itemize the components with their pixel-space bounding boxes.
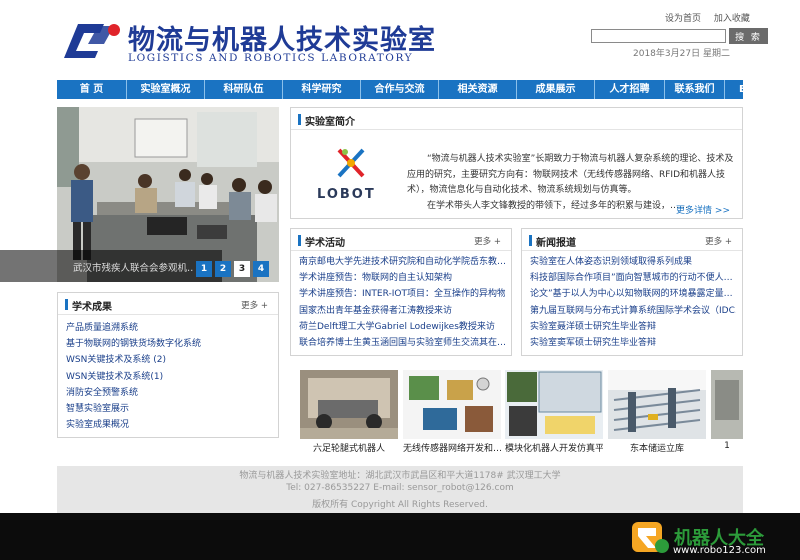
lab-logo-icon[interactable] — [60, 20, 122, 60]
intro-panel: 实验室简介 LOBOT “物流与机器人技术实验室”长期致力于物流与机器人复杂系统… — [290, 107, 743, 219]
gallery-caption[interactable]: 模块化机器人开发仿真平 — [505, 441, 603, 454]
list-item[interactable]: 消防安全预警系统 — [66, 385, 272, 401]
nav-item-team[interactable]: 科研队伍 — [205, 80, 283, 99]
list-item[interactable]: WSN关键技术及系统 (2) — [66, 352, 272, 368]
intro-title: 实验室简介 — [305, 117, 355, 128]
gallery-image — [505, 370, 603, 439]
panel-header: 学术成果 更多 + — [58, 293, 278, 315]
list-item[interactable]: 产品质量追溯系统 — [66, 320, 272, 336]
slider-page-3[interactable]: 3 — [234, 261, 250, 277]
nav-item-english[interactable]: English Ver — [725, 80, 743, 99]
footer-contact: Tel: 027-86535227 E-mail: sensor_robot@1… — [286, 483, 514, 493]
search-input[interactable] — [591, 29, 726, 43]
slider-page-1[interactable]: 1 — [196, 261, 212, 277]
list-item[interactable]: 国家杰出青年基金获得者江涛教授来访 — [299, 303, 505, 319]
gallery-image — [403, 370, 501, 439]
gallery-image — [300, 370, 398, 439]
list-item[interactable]: WSN关键技术及系统(1) — [66, 369, 272, 385]
lobot-logo-icon — [337, 148, 365, 178]
list-item[interactable]: 学术讲座预告：物联网的自主认知架构 — [299, 270, 505, 286]
nav-item-cooperation[interactable]: 合作与交流 — [361, 80, 439, 99]
nav-item-recruitment[interactable]: 人才招聘 — [595, 80, 665, 99]
list-item[interactable]: 基于物联网的钢铁货场数字化系统 — [66, 336, 272, 352]
robot-watermark-logo-icon — [632, 522, 669, 553]
list-item[interactable]: 南京邮电大学先进技术研究院和自动化学院岳东教… — [299, 254, 505, 270]
panel-header: 新闻报道 更多 + — [522, 229, 742, 251]
gallery-caption[interactable]: 六足轮腿式机器人 — [300, 441, 398, 454]
slider-caption[interactable]: 武汉市残疾人联合会参观机… — [73, 260, 193, 274]
panel-header: 实验室简介 — [291, 108, 742, 130]
current-date: 2018年3月27日 星期二 — [633, 49, 730, 59]
main-nav: 首 页 实验室概况 科研队伍 科学研究 合作与交流 相关资源 成果展示 人才招聘… — [57, 80, 743, 99]
add-favorite-link[interactable]: 加入收藏 — [714, 14, 750, 24]
nav-item-overview[interactable]: 实验室概况 — [127, 80, 205, 99]
gallery-item[interactable]: 六足轮腿式机器人 — [300, 370, 398, 454]
academic-panel: 学术活动 更多 + 南京邮电大学先进技术研究院和自动化学院岳东教… 学术讲座预告… — [290, 228, 512, 356]
news-more-link[interactable]: 更多 + — [705, 235, 732, 247]
academic-more-link[interactable]: 更多 + — [474, 235, 501, 247]
panel-header: 学术活动 更多 + — [291, 229, 511, 251]
achievements-list: 产品质量追溯系统 基于物联网的钢铁货场数字化系统 WSN关键技术及系统 (2) … — [66, 320, 272, 433]
page: 物流与机器人技术实验室 LOGISTICS AND ROBOTICS LABOR… — [0, 0, 800, 560]
list-item[interactable]: 第九届互联网与分布式计算系统国际学术会议（IDC… — [530, 303, 736, 319]
footer-address: 物流与机器人技术实验室地址：湖北武汉市武昌区和平大道1178# 武汉理工大学 — [239, 471, 561, 481]
list-item[interactable]: 实验室窦军硕士研究生毕业答辩 — [530, 335, 736, 351]
footer-copyright: 版权所有 Copyright All Rights Reserved. — [312, 500, 488, 510]
top-links: 设为首页 加入收藏 — [665, 11, 760, 24]
header: 物流与机器人技术实验室 LOGISTICS AND ROBOTICS LABOR… — [0, 0, 800, 80]
academic-title: 学术活动 — [305, 238, 345, 249]
news-panel: 新闻报道 更多 + 实验室在人体姿态识别领域取得系列成果 科技部国际合作项目”面… — [521, 228, 743, 356]
gallery-caption[interactable]: 1 — [711, 441, 743, 451]
nav-item-contact[interactable]: 联系我们 — [665, 80, 725, 99]
slider-page-4[interactable]: 4 — [253, 261, 269, 277]
list-item[interactable]: 学术讲座预告：INTER-IOT项目：全互操作的异构物… — [299, 286, 505, 302]
section-marker — [65, 299, 68, 310]
gallery-image — [711, 370, 743, 439]
intro-paragraph: “物流与机器人技术实验室”长期致力于物流与机器人复杂系统的理论、技术及应用的研究… — [407, 154, 734, 195]
gallery-item[interactable]: 无线传感器网络开发和… — [403, 370, 501, 454]
slider-page-2[interactable]: 2 — [215, 261, 231, 277]
footer: 物流与机器人技术实验室地址：湖北武汉市武昌区和平大道1178# 武汉理工大学 T… — [57, 466, 743, 513]
site-subtitle: LOGISTICS AND ROBOTICS LABORATORY — [128, 52, 414, 64]
list-item[interactable]: 智慧实验室展示 — [66, 401, 272, 417]
nav-item-results[interactable]: 成果展示 — [517, 80, 595, 99]
achievements-more-link[interactable]: 更多 + — [241, 299, 268, 311]
nav-item-resources[interactable]: 相关资源 — [439, 80, 517, 99]
list-item[interactable]: 实验室聂洋硕士研究生毕业答辩 — [530, 319, 736, 335]
list-item[interactable]: 实验室在人体姿态识别领域取得系列成果 — [530, 254, 736, 270]
achievements-panel: 学术成果 更多 + 产品质量追溯系统 基于物联网的钢铁货场数字化系统 WSN关键… — [57, 292, 279, 438]
gallery-caption[interactable]: 东本储运立库 — [608, 441, 706, 454]
academic-list: 南京邮电大学先进技术研究院和自动化学院岳东教… 学术讲座预告：物联网的自主认知架… — [299, 254, 505, 351]
gallery-caption[interactable]: 无线传感器网络开发和… — [403, 441, 501, 454]
achievements-title: 学术成果 — [72, 302, 112, 313]
news-list: 实验室在人体姿态识别领域取得系列成果 科技部国际合作项目”面向智慧城市的行动不便… — [530, 254, 736, 351]
section-marker — [529, 235, 532, 246]
section-marker — [298, 235, 301, 246]
list-item[interactable]: 联合培养博士生黄玉涵回国与实验室师生交流其在… — [299, 335, 505, 351]
set-home-link[interactable]: 设为首页 — [665, 14, 701, 24]
watermark-url: www.robo123.com — [673, 545, 766, 556]
nav-item-home[interactable]: 首 页 — [57, 80, 127, 99]
lobot-logo-text: LOBOT — [317, 187, 376, 202]
nav-item-research[interactable]: 科学研究 — [283, 80, 361, 99]
list-item[interactable]: 论文”基于以人为中心以知物联网的环境暴露定量… — [530, 286, 736, 302]
search-button[interactable]: 搜 索 — [729, 28, 768, 44]
gallery-item[interactable]: 模块化机器人开发仿真平 — [505, 370, 603, 454]
list-item[interactable]: 科技部国际合作项目”面向智慧城市的行动不便人… — [530, 270, 736, 286]
gallery-item[interactable]: 东本储运立库 — [608, 370, 706, 454]
section-marker — [298, 114, 301, 125]
gallery-item[interactable]: 1 — [711, 370, 743, 454]
news-title: 新闻报道 — [536, 238, 576, 249]
list-item[interactable]: 荷兰Delft理工大学Gabriel Lodewijkes教授来访 — [299, 319, 505, 335]
list-item[interactable]: 实验室成果概况 — [66, 417, 272, 433]
gallery-image — [608, 370, 706, 439]
intro-more-link[interactable]: 更多详情 >> — [676, 203, 730, 216]
